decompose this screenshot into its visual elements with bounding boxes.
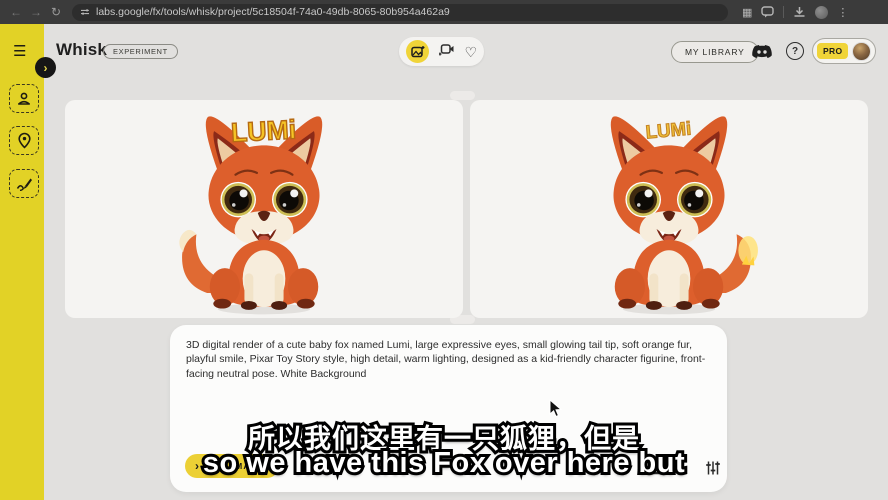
sidebar-item-style[interactable] bbox=[9, 169, 39, 198]
prompt-input[interactable]: 3D digital render of a cute baby fox nam… bbox=[186, 338, 713, 381]
address-bar[interactable]: labs.google/fx/tools/whisk/project/5c185… bbox=[72, 4, 728, 21]
toolbar-divider bbox=[783, 6, 784, 18]
subject-person-icon bbox=[16, 91, 32, 107]
fox-illustration: LUMi bbox=[166, 108, 362, 317]
chevron-right-icon: › bbox=[44, 61, 48, 75]
image-overlay-text: LUMi bbox=[645, 118, 692, 143]
experiment-badge: EXPERIMENT bbox=[103, 44, 178, 59]
my-library-label: MY LIBRARY bbox=[685, 47, 745, 57]
tab-groups-icon[interactable]: ▦ bbox=[742, 6, 752, 19]
user-avatar bbox=[852, 42, 871, 61]
scene-location-icon bbox=[17, 132, 32, 149]
whisk-app-window: ← → ↻ labs.google/fx/tools/whisk/project… bbox=[0, 0, 888, 500]
sidebar-expand-button[interactable]: › bbox=[35, 57, 56, 78]
pro-badge: PRO bbox=[817, 43, 848, 59]
browser-forward-button[interactable]: → bbox=[26, 5, 46, 19]
image-overlay-text: LUMi bbox=[230, 114, 297, 147]
page-title: Whisk bbox=[56, 40, 107, 60]
site-info-icon bbox=[80, 8, 90, 16]
browser-menu-icon[interactable]: ⋮ bbox=[837, 6, 848, 19]
menu-icon[interactable]: ☰ bbox=[13, 42, 26, 60]
my-library-button[interactable]: MY LIBRARY bbox=[671, 41, 759, 63]
image-mode-button[interactable] bbox=[406, 40, 429, 63]
fox-illustration: LUMi bbox=[571, 108, 767, 317]
subtitle-english: so we have this Fox over here but bbox=[0, 447, 888, 480]
mouse-cursor bbox=[549, 399, 563, 419]
browser-toolbar: ← → ↻ labs.google/fx/tools/whisk/project… bbox=[0, 0, 888, 24]
download-icon[interactable] bbox=[793, 6, 806, 19]
browser-reload-button[interactable]: ↻ bbox=[46, 5, 66, 19]
account-button[interactable]: PRO bbox=[812, 38, 876, 64]
favorites-heart-icon[interactable]: ♡ bbox=[464, 45, 477, 59]
video-mode-button[interactable] bbox=[439, 42, 455, 61]
browser-back-button[interactable]: ← bbox=[6, 5, 26, 19]
panel-divider-handle-top[interactable] bbox=[450, 91, 475, 100]
discord-icon[interactable] bbox=[751, 43, 773, 60]
help-button[interactable]: ? bbox=[786, 42, 804, 60]
generated-image-left[interactable]: LUMi bbox=[65, 100, 463, 318]
mode-switcher: ♡ bbox=[399, 37, 484, 66]
sidebar-item-scene[interactable] bbox=[9, 126, 39, 155]
browser-profile-avatar[interactable] bbox=[815, 6, 828, 19]
chat-icon[interactable] bbox=[761, 6, 774, 18]
style-pen-icon bbox=[16, 176, 33, 191]
sidebar-item-subject[interactable] bbox=[9, 84, 39, 113]
video-camera-icon bbox=[439, 42, 455, 56]
image-add-icon bbox=[411, 45, 425, 59]
question-mark-icon: ? bbox=[792, 46, 798, 57]
page-url: labs.google/fx/tools/whisk/project/5c185… bbox=[96, 6, 450, 18]
generated-image-right[interactable]: LUMi bbox=[470, 100, 868, 318]
